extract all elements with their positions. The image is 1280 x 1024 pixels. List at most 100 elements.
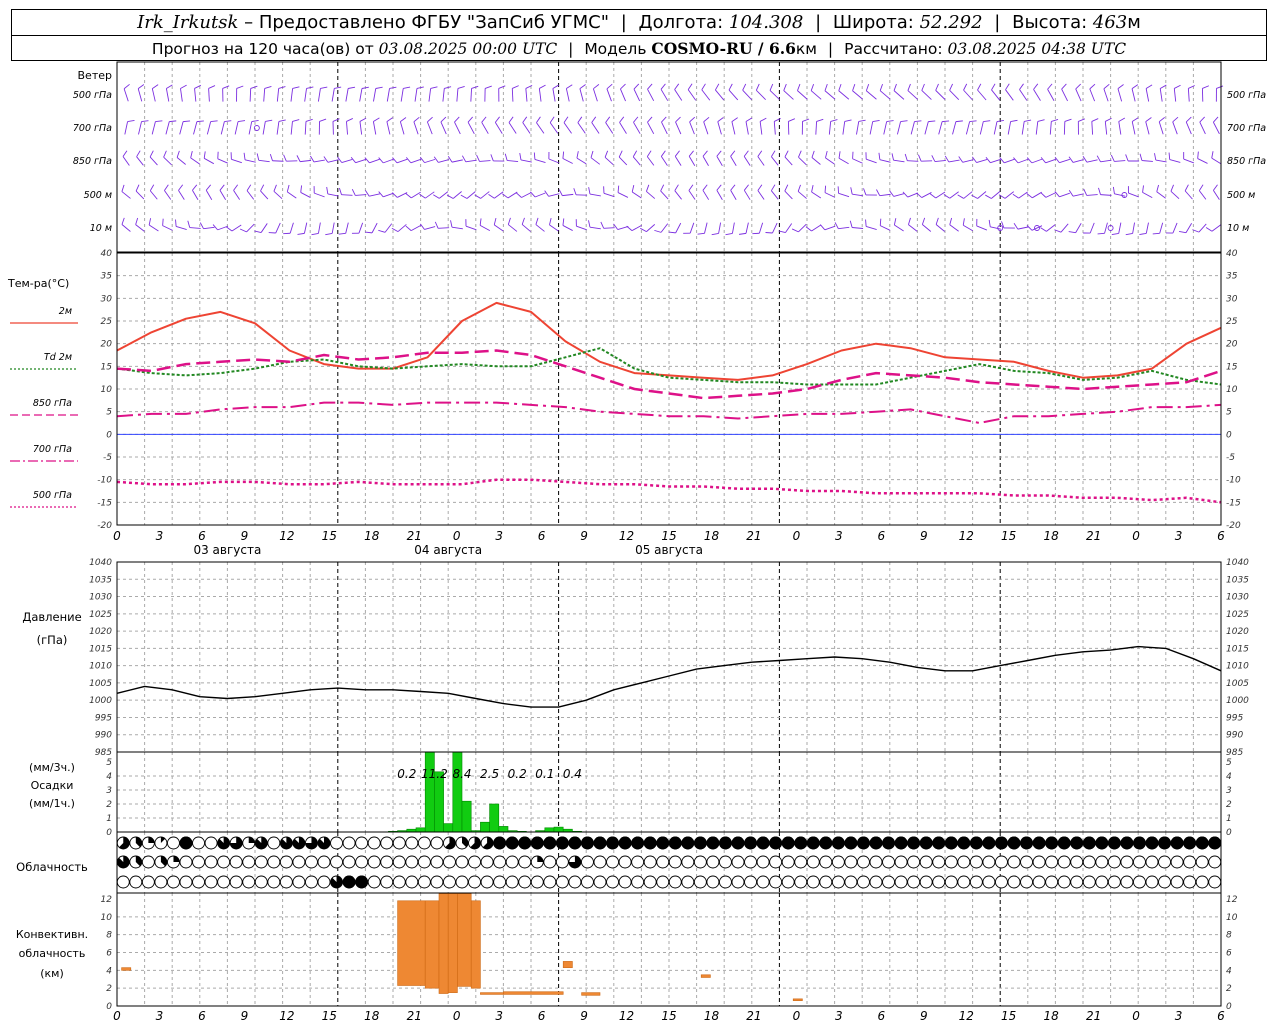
hour-tick-label-bottom: 21 — [1086, 1009, 1101, 1023]
wind-barb-feather — [810, 83, 815, 91]
hour-tick-label: 21 — [746, 529, 761, 543]
wind-barb-shaft — [869, 121, 874, 135]
wind-barb-feather — [278, 86, 286, 89]
wind-barb-shaft — [646, 191, 656, 199]
wind-barbs-layer — [121, 83, 1224, 236]
wind-barb-feather — [210, 120, 218, 123]
cloud-circle-full — [869, 836, 883, 850]
cloud-circle-full — [1195, 836, 1209, 850]
wind-barb-shaft — [771, 156, 779, 166]
wind-barb-shaft — [949, 89, 960, 101]
cloud-circle — [1057, 875, 1071, 889]
wind-barb-feather — [175, 219, 177, 227]
cloud-circle-full — [342, 875, 356, 889]
wind-barb-feather — [902, 191, 909, 198]
y-tick-label-left: 4 — [106, 966, 112, 976]
cloud-circle — [857, 855, 870, 869]
wind-barb-shaft — [162, 225, 173, 231]
cloud-circle-full — [769, 836, 783, 850]
wind-barb-feather — [521, 217, 525, 225]
wind-barb-shaft — [317, 88, 321, 102]
y-tick-label-right: 2 — [1226, 984, 1232, 994]
convective-cloud-bar — [562, 961, 573, 968]
cloud-circle — [242, 855, 256, 869]
wind-barb-shaft — [756, 90, 766, 100]
wind-barb-feather — [730, 184, 736, 191]
cloud-circle — [706, 855, 720, 869]
wind-barb-feather — [579, 84, 586, 89]
wind-barb-feather — [879, 218, 882, 226]
wind-barb-shaft — [1004, 158, 1015, 164]
wind-barb-feather — [576, 151, 579, 159]
cloud-circle — [417, 836, 431, 850]
wind-barb-feather — [454, 116, 460, 123]
wind-barb-feather — [1185, 116, 1192, 123]
wind-barb-shaft — [783, 90, 794, 100]
wind-barb-feather — [338, 187, 342, 195]
cloud-circle — [593, 875, 607, 889]
cloud-circle — [819, 875, 833, 889]
wind-barb-feather — [508, 116, 514, 123]
wind-barb-shaft — [549, 224, 559, 232]
wind-barb-shaft — [231, 158, 242, 164]
wind-barb-shaft — [1032, 191, 1042, 199]
wind-barb-shaft — [1075, 88, 1082, 102]
y-tick-label-right: 15 — [1226, 362, 1238, 372]
wind-barb-shaft — [123, 88, 129, 102]
temperature-ylabel: Тем-ра(°C) — [7, 277, 69, 290]
wind-barb-shaft — [990, 158, 1001, 164]
y-tick-label-right: 1025 — [1226, 610, 1249, 620]
wind-barb-shaft — [180, 88, 183, 102]
y-tick-label-left: 990 — [95, 731, 112, 741]
wind-barb-feather — [949, 217, 953, 225]
y-tick-label-right: -10 — [1226, 476, 1241, 486]
wind-barb-feather — [533, 152, 536, 160]
wind-barb-shaft — [276, 88, 280, 102]
hour-tick-label: 3 — [495, 529, 503, 543]
wind-barb-shaft — [1132, 222, 1135, 234]
wind-barb-feather — [563, 116, 569, 123]
wind-barb-shaft — [507, 191, 518, 199]
wind-barb-shaft — [647, 88, 655, 102]
temp-legend-label: 700 гПа — [33, 444, 72, 455]
wind-barb-feather — [292, 119, 300, 122]
wind-barb-shaft — [428, 88, 432, 102]
wind-barb-shaft — [151, 88, 156, 102]
wind-barb-shaft — [163, 156, 172, 166]
cloud-circle — [167, 836, 180, 850]
wind-barb-feather — [1105, 117, 1112, 122]
wind-barb-shaft — [675, 121, 682, 135]
cloud-circle — [1145, 855, 1159, 869]
y-tick-label-left: 20 — [101, 340, 113, 350]
y-tick-label-left: 1025 — [89, 610, 112, 620]
wind-barb-shaft — [1018, 191, 1028, 199]
wind-barb-shaft — [660, 89, 669, 101]
wind-barb-shaft — [619, 122, 627, 134]
wind-barb-feather — [1117, 84, 1124, 90]
wind-barb-shaft — [466, 191, 476, 199]
wind-barb-feather — [1152, 232, 1160, 235]
wind-barb-shaft — [1145, 222, 1149, 234]
wind-barb-shaft — [702, 190, 710, 200]
wind-barb-feather — [121, 184, 125, 192]
wind-barb-shaft — [976, 159, 988, 163]
wind-barb-shaft — [164, 190, 172, 200]
wind-barb-feather — [942, 120, 950, 123]
wind-barb-feather — [872, 119, 880, 122]
wind-barb-feather — [361, 86, 369, 89]
wind-barb-shaft — [757, 190, 765, 200]
wind-barb-shaft — [865, 226, 877, 230]
wind-barb-shaft — [1005, 89, 1014, 101]
wind-barb-shaft — [1089, 88, 1096, 102]
cloud-circle — [1120, 855, 1134, 869]
wind-barb-shaft — [577, 122, 586, 134]
wind-barb-feather — [660, 150, 666, 157]
wind-barb-feather — [886, 120, 894, 123]
wind-barb-shaft — [1141, 160, 1153, 162]
wind-barb-shaft — [508, 224, 518, 232]
wind-barb-shaft — [304, 88, 307, 102]
wind-barb-feather — [135, 217, 139, 225]
wind-barb-shaft — [178, 190, 185, 200]
cloud-circle-full — [1107, 836, 1121, 850]
cloud-circle-full — [543, 836, 557, 850]
